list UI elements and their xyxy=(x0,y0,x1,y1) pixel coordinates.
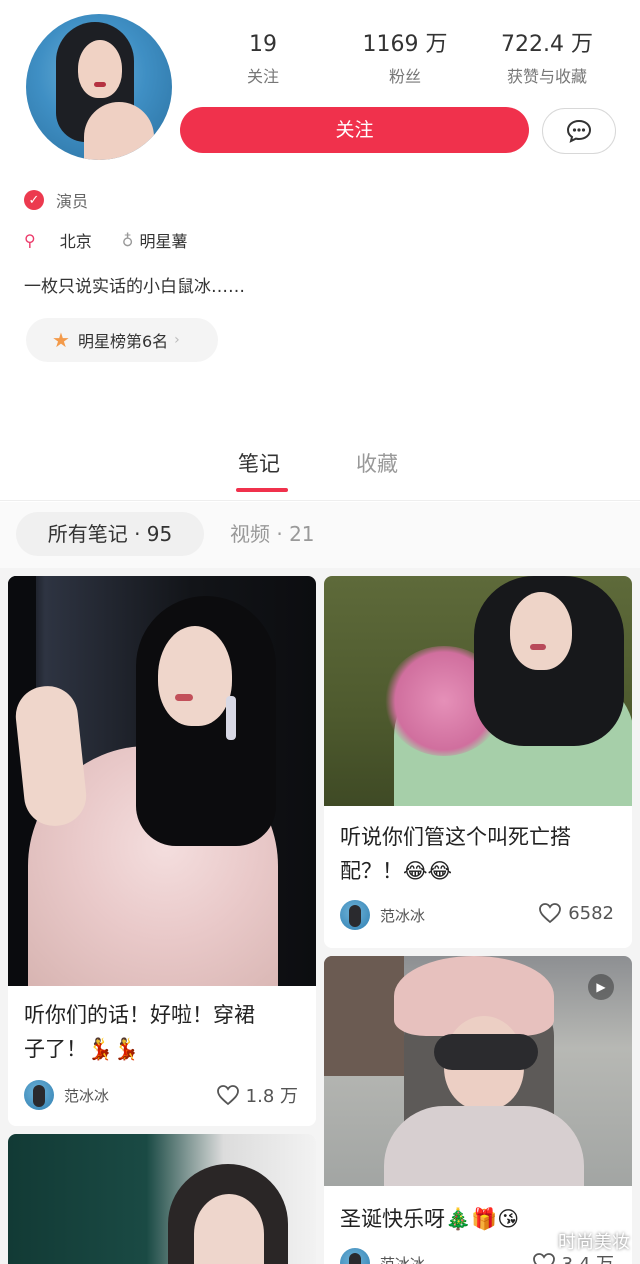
note-card[interactable]: 听说你们管这个叫死亡搭 配？！😂😂 范冰冰 6582 xyxy=(324,576,632,948)
profile-avatar[interactable] xyxy=(26,14,172,160)
star-icon: ★ xyxy=(52,328,70,352)
note-title-line-1: 圣诞快乐呀🎄🎁😘 xyxy=(340,1207,520,1231)
sweater xyxy=(384,1106,584,1186)
earring xyxy=(226,696,236,740)
lips xyxy=(530,644,546,650)
profile-bio: 一枚只说实话的小白鼠冰…… xyxy=(24,277,245,297)
follow-button[interactable]: 关注 xyxy=(180,107,529,153)
stat-following-value: 19 xyxy=(249,32,277,57)
info-tags: ⚲ 北京 ♁ 明星薯 xyxy=(24,228,187,252)
author-name: 范冰冰 xyxy=(380,906,426,925)
rank-chip[interactable]: ★ 明星榜第6名 › xyxy=(26,318,218,362)
note-card[interactable]: ▶ 圣诞快乐呀🎄🎁😘 范冰冰 3.4 万 xyxy=(324,956,632,1264)
rank-label: 明星榜第6名 xyxy=(77,332,169,351)
verified-check-icon: ✓ xyxy=(24,190,44,210)
note-cover-image xyxy=(324,576,632,806)
stat-fans-value: 1169 万 xyxy=(362,32,448,57)
verified-title: 演员 xyxy=(56,192,89,211)
stat-following[interactable]: 19 关注 xyxy=(198,30,328,90)
author-name: 范冰冰 xyxy=(64,1086,110,1105)
face xyxy=(158,626,232,726)
medal-icon: ♁ xyxy=(121,230,134,250)
note-title-line-2: 子了！💃💃 xyxy=(24,1037,140,1061)
face xyxy=(194,1194,264,1264)
stat-likes-collects-label: 获赞与收藏 xyxy=(506,67,587,86)
watermark: 时尚美妆 xyxy=(558,1232,630,1253)
filter-videos[interactable]: 视频 · 21 xyxy=(230,512,315,556)
heart-icon xyxy=(539,903,562,924)
note-cover-image xyxy=(8,576,316,986)
medal-tag: 明星薯 xyxy=(139,232,188,251)
tab-divider xyxy=(0,500,640,501)
play-icon: ▶ xyxy=(588,974,614,1000)
stat-fans-label: 粉丝 xyxy=(388,67,421,86)
like-button[interactable]: 1.8 万 xyxy=(216,1082,298,1108)
heart-icon xyxy=(216,1085,239,1106)
avatar-lips xyxy=(94,82,106,87)
like-button[interactable]: 6582 xyxy=(538,902,614,924)
stat-likes-collects[interactable]: 722.4 万 获赞与收藏 xyxy=(482,30,612,90)
avatar-shoulder xyxy=(84,102,154,160)
author-avatar xyxy=(340,1248,370,1264)
stat-fans[interactable]: 1169 万 粉丝 xyxy=(340,30,470,90)
lips xyxy=(175,694,193,701)
heart-icon xyxy=(532,1253,555,1264)
stat-likes-collects-value: 722.4 万 xyxy=(501,32,593,57)
note-title-line-1: 听说你们管这个叫死亡搭 xyxy=(340,825,571,849)
sunglasses xyxy=(434,1034,538,1070)
note-cover-image xyxy=(8,1134,316,1264)
note-title-line-2: 配？！😂😂 xyxy=(340,859,453,883)
chat-bubble-icon xyxy=(566,119,592,143)
tab-notes[interactable]: 笔记 xyxy=(238,448,280,478)
note-author[interactable]: 范冰冰 xyxy=(24,1080,109,1110)
note-cover-image: ▶ xyxy=(324,956,632,1186)
face xyxy=(510,592,572,670)
author-avatar xyxy=(24,1080,54,1110)
note-title-line-1: 听你们的话！好啦！穿裙 xyxy=(24,1003,255,1027)
note-card[interactable] xyxy=(8,1134,316,1264)
author-avatar xyxy=(340,900,370,930)
tab-collections[interactable]: 收藏 xyxy=(356,448,398,478)
like-count: 6582 xyxy=(568,902,614,924)
like-count: 1.8 万 xyxy=(245,1086,298,1107)
gender-female-icon: ⚲ xyxy=(24,230,36,250)
note-card[interactable]: 听你们的话！好啦！穿裙 子了！💃💃 范冰冰 1.8 万 xyxy=(8,576,316,1126)
verified-row: ✓ 演员 xyxy=(24,188,88,212)
location-tag: 北京 xyxy=(59,232,92,251)
avatar-face xyxy=(78,40,122,98)
note-author[interactable]: 范冰冰 xyxy=(340,900,425,930)
message-button[interactable] xyxy=(542,108,616,154)
author-name: 范冰冰 xyxy=(380,1254,426,1264)
street-building xyxy=(324,956,404,1076)
tab-active-indicator xyxy=(236,488,288,492)
chevron-right-icon: › xyxy=(174,332,180,348)
stat-following-label: 关注 xyxy=(246,67,279,86)
note-author[interactable]: 范冰冰 xyxy=(340,1248,425,1264)
filter-all-notes[interactable]: 所有笔记 · 95 xyxy=(16,512,204,556)
